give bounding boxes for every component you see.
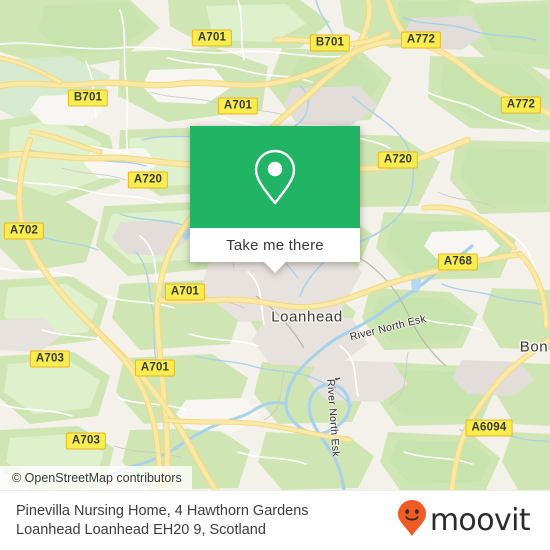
moovit-smiley-pin-icon <box>397 499 427 542</box>
road-shield: A703 <box>65 432 107 450</box>
map-attribution[interactable]: © OpenStreetMap contributors <box>0 466 192 490</box>
address-block: Pinevilla Nursing Home, 4 Hawthorn Garde… <box>16 502 309 540</box>
footer-bar: Pinevilla Nursing Home, 4 Hawthorn Garde… <box>0 490 550 550</box>
road-shield: B701 <box>309 34 351 52</box>
map-canvas[interactable]: .green { fill:#cfe6b4; } .green2 { fill:… <box>0 0 550 490</box>
road-shield: A703 <box>29 350 71 368</box>
location-popup-card[interactable]: Take me there <box>190 126 360 273</box>
moovit-brand[interactable]: moovit <box>397 499 538 542</box>
attribution-text: © OpenStreetMap contributors <box>12 471 182 485</box>
map-pin-icon <box>252 148 298 206</box>
road-shield: A768 <box>437 253 479 271</box>
take-me-there-button[interactable]: Take me there <box>190 228 360 262</box>
place-label-loanhead: Loanhead <box>271 308 343 326</box>
popup-header <box>190 126 360 228</box>
moovit-wordmark: moovit <box>429 502 531 538</box>
take-me-there-label: Take me there <box>226 236 324 254</box>
place-label-bonnyrigg: Bon <box>519 338 549 356</box>
road-shield: A701 <box>191 29 233 47</box>
road-shield: A6094 <box>465 419 513 437</box>
road-shield: A720 <box>377 151 419 169</box>
road-shield: A701 <box>217 97 259 115</box>
road-shield: A720 <box>127 171 169 189</box>
map-screenshot: .green { fill:#cfe6b4; } .green2 { fill:… <box>0 0 550 550</box>
road-shield: A702 <box>3 222 45 240</box>
popup-pointer <box>264 262 286 273</box>
road-shield: A772 <box>500 96 542 114</box>
road-shield: A701 <box>164 283 206 301</box>
address-line-2: Loanhead Loanhead EH20 9, Scotland <box>16 521 266 538</box>
address-line-1: Pinevilla Nursing Home, 4 Hawthorn Garde… <box>16 502 309 519</box>
road-shield: A772 <box>400 31 442 49</box>
road-shield: B701 <box>67 89 109 107</box>
road-shield: A701 <box>134 359 176 377</box>
